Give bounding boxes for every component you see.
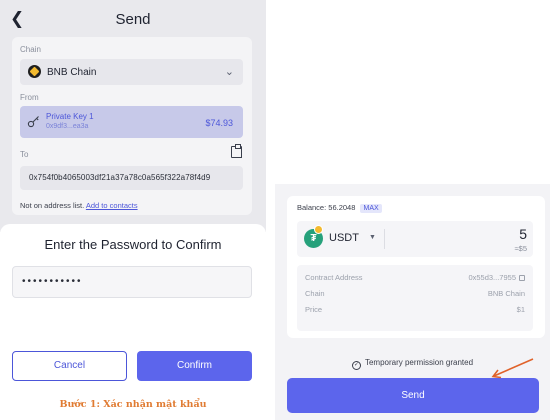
from-account[interactable]: Private Key 1 0x9df3...ea3a $74.93	[20, 106, 243, 138]
chain-label: Chain	[20, 45, 41, 54]
address-note-text: Not on address list.	[20, 201, 85, 210]
transfer-card: Balance: 56.2048 MAX ₮ USDT ▼ 5 ≈$5 Cont…	[287, 196, 545, 338]
left-panel: ❮ Send Chain BNB Chain ⌄ From Private Ke…	[0, 0, 266, 420]
check-circle-icon: ✓	[351, 361, 361, 370]
send-button[interactable]: Send	[287, 378, 539, 413]
caret-down-icon[interactable]: ▼	[369, 234, 376, 241]
page-title: Send	[115, 11, 151, 28]
contract-address-value: 0x55d3...7955	[468, 273, 516, 282]
bnb-logo-icon	[28, 65, 41, 78]
detail-row-chain: Chain BNB Chain	[305, 289, 525, 299]
right-panel: Balance: 56.2048 MAX ₮ USDT ▼ 5 ≈$5 Cont…	[275, 184, 550, 420]
from-account-address: 0x9df3...ea3a	[46, 123, 89, 130]
balance-text: Balance: 56.2048	[297, 203, 356, 212]
detail-key: Price	[305, 305, 323, 314]
from-label: From	[20, 93, 39, 102]
confirm-button[interactable]: Confirm	[137, 351, 252, 381]
permission-text: Temporary permission granted	[364, 358, 474, 367]
chain-selector[interactable]: BNB Chain ⌄	[20, 59, 243, 85]
from-account-name: Private Key 1	[46, 112, 94, 121]
amount-usd: ≈$5	[514, 244, 527, 253]
chevron-down-icon: ⌄	[224, 66, 234, 78]
detail-value: BNB Chain	[487, 289, 525, 298]
detail-value: $1	[516, 305, 525, 314]
balance: Balance: 56.2048 MAX	[297, 203, 382, 213]
detail-value: 0x55d3...7955	[468, 273, 525, 282]
detail-row-price: Price $1	[305, 305, 525, 315]
amount[interactable]: 5	[519, 226, 527, 242]
header: ❮ Send	[0, 0, 266, 36]
password-sheet-title: Enter the Password to Confirm	[44, 237, 222, 252]
cancel-button[interactable]: Cancel	[12, 351, 127, 381]
password-input[interactable]: •••••••••••	[12, 266, 252, 298]
copy-icon[interactable]	[519, 275, 525, 281]
from-account-balance: $74.93	[205, 118, 233, 128]
token-name[interactable]: USDT	[329, 232, 359, 244]
max-button[interactable]: MAX	[360, 204, 382, 213]
address-note: Not on address list. Add to contacts	[20, 201, 138, 210]
divider	[384, 229, 385, 249]
paste-clipboard-icon[interactable]	[231, 144, 242, 158]
detail-row-contract: Contract Address 0x55d3...7955	[305, 273, 525, 283]
detail-key: Contract Address	[305, 273, 363, 282]
add-to-contacts-link[interactable]: Add to contacts	[86, 201, 138, 210]
to-label: To	[20, 150, 29, 159]
annotation-arrow-icon	[491, 358, 534, 379]
key-icon	[27, 116, 39, 128]
step-caption: Bước 1: Xác nhận mật khẩu	[59, 399, 207, 410]
to-address: 0x754f0b4065003df21a37a78c0a565f322a78f4…	[29, 173, 211, 182]
detail-key: Chain	[305, 289, 325, 298]
to-address-field[interactable]: 0x754f0b4065003df21a37a78c0a565f322a78f4…	[20, 166, 243, 190]
transfer-details: Contract Address 0x55d3...7955 Chain BNB…	[297, 265, 533, 331]
password-sheet: Enter the Password to Confirm ••••••••••…	[0, 224, 266, 420]
token-amount-row: ₮ USDT ▼ 5 ≈$5	[297, 221, 533, 257]
chain-name: BNB Chain	[47, 67, 97, 78]
bnb-badge-icon	[314, 225, 323, 234]
